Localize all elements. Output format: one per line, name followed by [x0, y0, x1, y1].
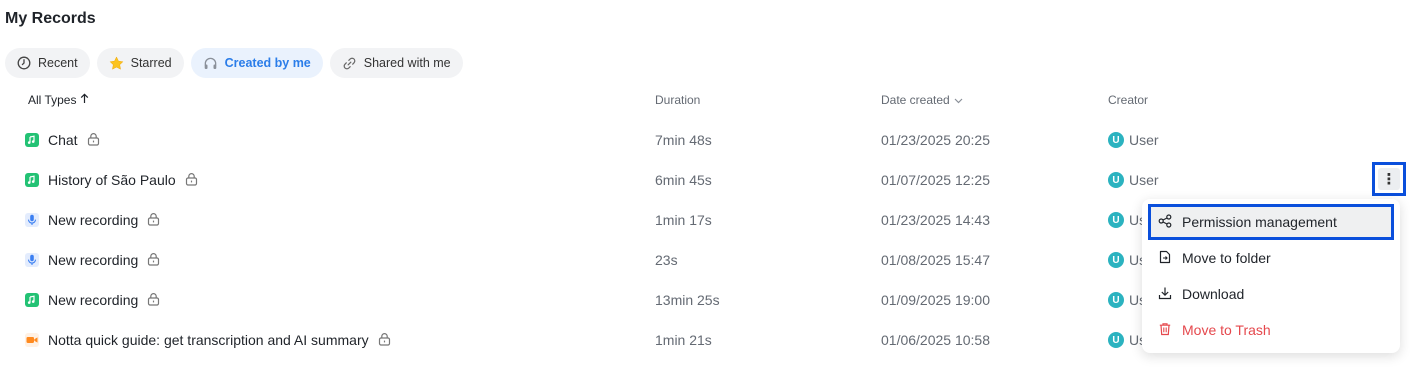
- record-title[interactable]: History of São Paulo: [48, 172, 176, 188]
- duration-cell: 7min 48s: [655, 132, 712, 148]
- filter-recent[interactable]: Recent: [5, 48, 90, 78]
- link-icon: [342, 56, 357, 71]
- creator-cell: U Us: [1108, 292, 1146, 308]
- video-icon: [25, 333, 39, 347]
- lock-icon: [147, 292, 160, 309]
- column-header-all-types[interactable]: All Types: [28, 93, 89, 107]
- date-cell: 01/23/2025 20:25: [881, 132, 990, 148]
- creator-name: User: [1129, 172, 1159, 188]
- avatar: U: [1108, 252, 1124, 268]
- more-options-button[interactable]: ⋮: [1372, 162, 1406, 196]
- context-menu: Permission management Move to folder Dow…: [1142, 199, 1400, 353]
- lock-icon: [147, 252, 160, 269]
- headphones-icon: [203, 56, 218, 71]
- lock-icon: [87, 132, 100, 149]
- date-cell: 01/23/2025 14:43: [881, 212, 990, 228]
- record-name-cell: New recording: [25, 212, 160, 229]
- lock-icon: [147, 212, 160, 229]
- record-title[interactable]: New recording: [48, 212, 138, 228]
- filter-shared-with-me[interactable]: Shared with me: [329, 48, 463, 78]
- filter-starred[interactable]: Starred: [96, 48, 184, 78]
- filter-label: Created by me: [224, 56, 311, 70]
- record-name-cell: Chat: [25, 132, 100, 149]
- duration-cell: 6min 45s: [655, 172, 712, 188]
- microphone-icon: [25, 213, 39, 227]
- record-title[interactable]: New recording: [48, 292, 138, 308]
- share-nodes-icon: [1158, 213, 1172, 231]
- table-header: All Types Duration Date created Creator: [0, 93, 1410, 109]
- filter-tabs: Recent Starred Created by me Shared with…: [5, 48, 463, 78]
- clock-icon: [17, 56, 31, 70]
- filter-created-by-me[interactable]: Created by me: [190, 48, 323, 78]
- date-cell: 01/09/2025 19:00: [881, 292, 990, 308]
- trash-icon: [1158, 322, 1172, 339]
- menu-item-label: Move to folder: [1182, 250, 1271, 266]
- menu-item-label: Move to Trash: [1182, 322, 1271, 338]
- column-header-duration: Duration: [655, 93, 701, 107]
- star-icon: [109, 56, 124, 71]
- menu-item-permission-management[interactable]: Permission management: [1148, 204, 1394, 240]
- audio-file-icon: [25, 173, 39, 187]
- creator-cell: U User: [1108, 172, 1159, 188]
- duration-cell: 1min 21s: [655, 332, 712, 348]
- date-cell: 01/06/2025 10:58: [881, 332, 990, 348]
- menu-item-download[interactable]: Download: [1148, 276, 1394, 312]
- date-cell: 01/08/2025 15:47: [881, 252, 990, 268]
- folder-file-icon: [1158, 250, 1172, 267]
- creator-cell: U User: [1108, 132, 1159, 148]
- menu-item-label: Download: [1182, 286, 1245, 302]
- filter-label: Shared with me: [363, 56, 451, 70]
- record-name-cell: Notta quick guide: get transcription and…: [25, 332, 391, 349]
- avatar: U: [1108, 292, 1124, 308]
- date-cell: 01/07/2025 12:25: [881, 172, 990, 188]
- chevron-down-icon: [954, 93, 963, 107]
- record-title[interactable]: Chat: [48, 132, 78, 148]
- duration-cell: 1min 17s: [655, 212, 712, 228]
- table-row[interactable]: Chat 7min 48s 01/23/2025 20:25 U User: [0, 120, 1410, 160]
- avatar: U: [1108, 172, 1124, 188]
- audio-file-icon: [25, 133, 39, 147]
- avatar: U: [1108, 132, 1124, 148]
- menu-item-move-to-trash[interactable]: Move to Trash: [1148, 312, 1394, 348]
- column-header-creator: Creator: [1108, 93, 1149, 107]
- record-title[interactable]: New recording: [48, 252, 138, 268]
- avatar: U: [1108, 212, 1124, 228]
- microphone-icon: [25, 253, 39, 267]
- audio-file-icon: [25, 293, 39, 307]
- filter-label: Recent: [38, 56, 78, 70]
- creator-cell: U Us: [1108, 332, 1146, 348]
- duration-cell: 13min 25s: [655, 292, 720, 308]
- duration-cell: 23s: [655, 252, 678, 268]
- sort-arrow-up-icon: [80, 93, 89, 107]
- record-name-cell: New recording: [25, 292, 160, 309]
- avatar: U: [1108, 332, 1124, 348]
- lock-icon: [378, 332, 391, 349]
- lock-icon: [185, 172, 198, 189]
- filter-label: Starred: [130, 56, 172, 70]
- creator-name: User: [1129, 132, 1159, 148]
- page-title: My Records: [5, 10, 96, 27]
- record-title[interactable]: Notta quick guide: get transcription and…: [48, 332, 369, 348]
- record-name-cell: New recording: [25, 252, 160, 269]
- menu-item-label: Permission management: [1182, 214, 1337, 230]
- column-header-date-created[interactable]: Date created: [881, 93, 963, 107]
- table-row[interactable]: History of São Paulo 6min 45s 01/07/2025…: [0, 160, 1410, 200]
- download-icon: [1158, 286, 1172, 303]
- creator-cell: U Us: [1108, 252, 1146, 268]
- more-vertical-icon: ⋮: [1378, 168, 1400, 190]
- menu-item-move-to-folder[interactable]: Move to folder: [1148, 240, 1394, 276]
- record-name-cell: History of São Paulo: [25, 172, 198, 189]
- creator-cell: U Us: [1108, 212, 1146, 228]
